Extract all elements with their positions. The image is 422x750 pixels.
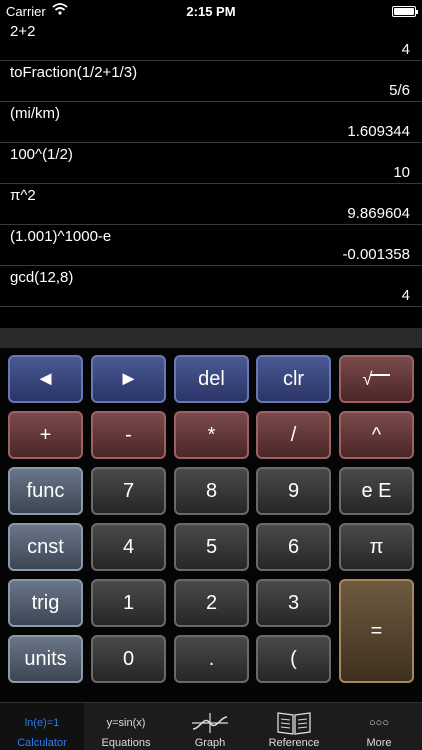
tab-label: Calculator [17, 737, 67, 749]
tab-label: Reference [268, 737, 320, 749]
decimal-button[interactable]: . [174, 635, 249, 683]
divide-button[interactable]: / [256, 411, 331, 459]
digit-6-button[interactable]: 6 [256, 523, 331, 571]
pi-button[interactable]: π [339, 523, 414, 571]
history-row[interactable]: gcd(12,8) 4 [0, 266, 422, 307]
units-button[interactable]: units [8, 635, 83, 683]
history-row[interactable]: (1.001)^1000-e -0.001358 [0, 225, 422, 266]
tab-label: More [366, 737, 392, 749]
history-result: 1.609344 [347, 123, 410, 140]
digit-2-button[interactable]: 2 [174, 579, 249, 627]
history-expression: (1.001)^1000-e [10, 228, 112, 245]
exponent-button[interactable]: e E [339, 467, 414, 515]
plus-button[interactable]: + [8, 411, 83, 459]
cursor-right-button[interactable]: ► [91, 355, 166, 403]
digit-7-button[interactable]: 7 [91, 467, 166, 515]
input-line[interactable] [0, 328, 422, 348]
digit-4-button[interactable]: 4 [91, 523, 166, 571]
history-result: 4 [401, 41, 410, 58]
tab-label: Graph [194, 737, 226, 749]
history-expression: 100^(1/2) [10, 146, 73, 163]
history-result: 10 [393, 164, 410, 181]
equations-icon: y=sin(x) [106, 717, 146, 729]
history-result: -0.001358 [342, 246, 410, 263]
tab-bar: ln(e)=1 Calculator y=sin(x) Equations Gr… [0, 702, 422, 750]
minus-button[interactable]: - [91, 411, 166, 459]
more-icon: ○○○ [369, 717, 389, 729]
digit-5-button[interactable]: 5 [174, 523, 249, 571]
history-list[interactable]: 2+2 4 toFraction(1/2+1/3) 5/6 (mi/km) 1.… [0, 20, 422, 307]
func-button[interactable]: func [8, 467, 83, 515]
tab-label: Equations [101, 737, 151, 749]
history-expression: toFraction(1/2+1/3) [10, 64, 138, 81]
tab-equations[interactable]: y=sin(x) Equations [84, 703, 168, 750]
digit-3-button[interactable]: 3 [256, 579, 331, 627]
history-row[interactable]: (mi/km) 1.609344 [0, 102, 422, 143]
status-time: 2:15 PM [186, 4, 236, 19]
cursor-left-button[interactable]: ◄ [8, 355, 83, 403]
digit-0-button[interactable]: 0 [91, 635, 166, 683]
history-expression: (mi/km) [10, 105, 60, 122]
multiply-button[interactable]: * [174, 411, 249, 459]
history-expression: gcd(12,8) [10, 269, 74, 286]
history-row[interactable]: toFraction(1/2+1/3) 5/6 [0, 61, 422, 102]
digit-8-button[interactable]: 8 [174, 467, 249, 515]
constants-button[interactable]: cnst [8, 523, 83, 571]
book-icon [252, 711, 336, 735]
history-expression: π^2 [10, 187, 36, 204]
power-button[interactable]: ^ [339, 411, 414, 459]
tab-more[interactable]: ○○○ More [336, 703, 422, 750]
equals-button[interactable]: = [339, 579, 414, 683]
history-row[interactable]: π^2 9.869604 [0, 184, 422, 225]
sqrt-button[interactable]: √ [339, 355, 414, 403]
history-row[interactable]: 2+2 4 [0, 20, 422, 61]
calculator-icon: ln(e)=1 [24, 717, 60, 729]
digit-9-button[interactable]: 9 [256, 467, 331, 515]
tab-reference[interactable]: Reference [252, 703, 336, 750]
tab-calculator[interactable]: ln(e)=1 Calculator [0, 703, 84, 750]
paren-button[interactable]: ( [256, 635, 331, 683]
trig-button[interactable]: trig [8, 579, 83, 627]
clear-button[interactable]: clr [256, 355, 331, 403]
digit-1-button[interactable]: 1 [91, 579, 166, 627]
status-bar: Carrier 2:15 PM [0, 0, 422, 22]
history-expression: 2+2 [10, 23, 36, 40]
tab-graph[interactable]: Graph [168, 703, 252, 750]
battery-icon [392, 6, 418, 17]
history-result: 9.869604 [347, 205, 410, 222]
history-row[interactable]: 100^(1/2) 10 [0, 143, 422, 184]
delete-button[interactable]: del [174, 355, 249, 403]
history-result: 4 [401, 287, 410, 304]
history-result: 5/6 [389, 82, 410, 99]
graph-icon [168, 711, 252, 735]
